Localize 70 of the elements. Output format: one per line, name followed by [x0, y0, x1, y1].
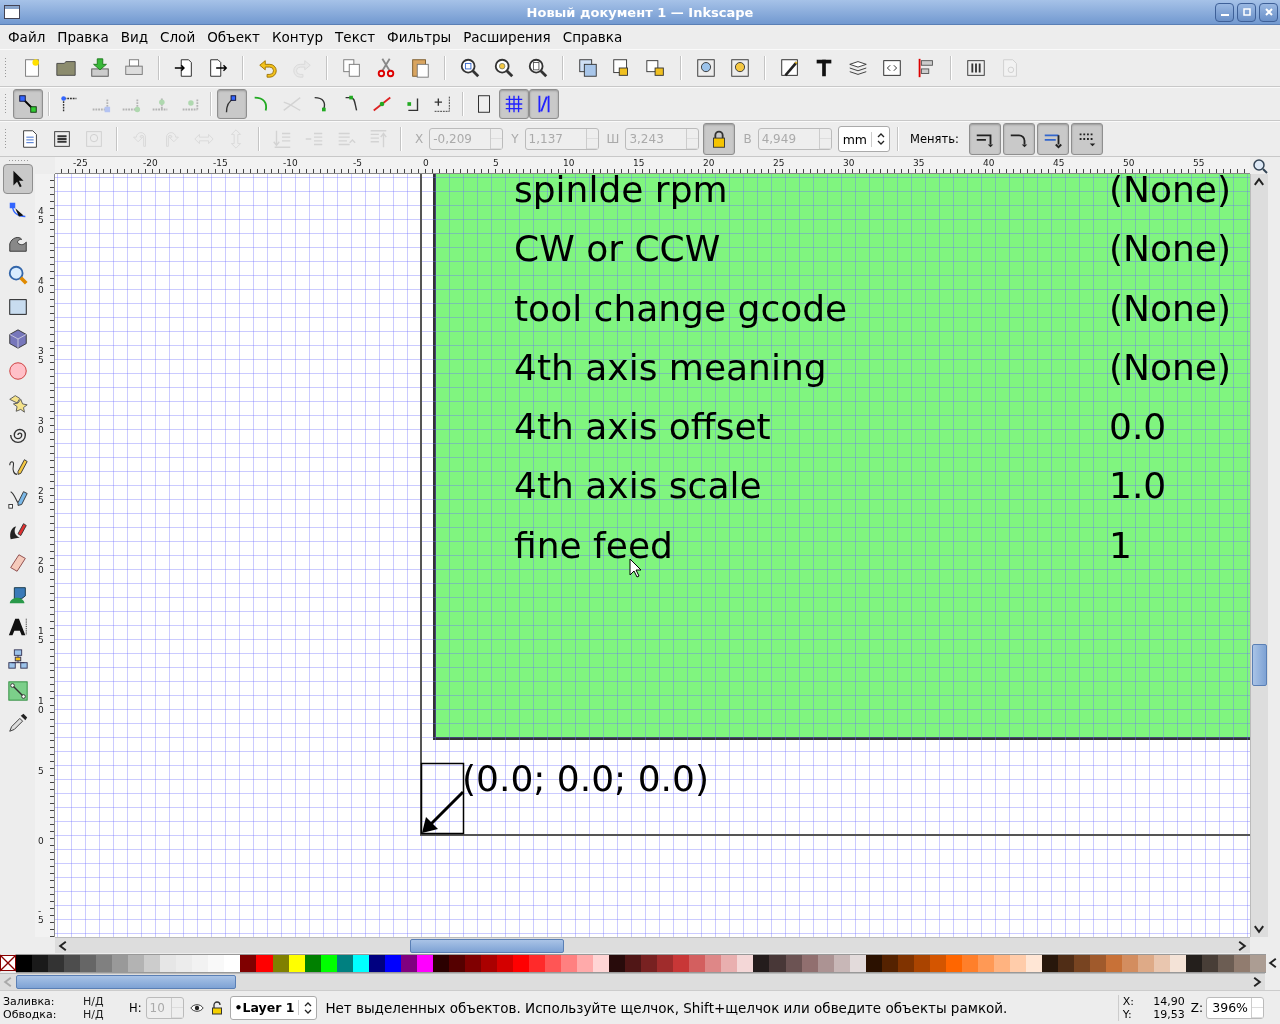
ruler-label: 40	[983, 158, 996, 168]
opacity-label: H:	[129, 1000, 142, 1015]
ruler-label: 15	[38, 627, 44, 645]
menu-item[interactable]: Объект	[201, 29, 266, 45]
canvas-text: 0.0	[1109, 411, 1167, 443]
ruler-label: 25	[773, 158, 786, 168]
transform-label: Менять:	[910, 132, 959, 146]
stroke-value: Н/Д	[83, 1007, 105, 1021]
ruler-label: 35	[913, 158, 926, 168]
fill-label: Заливка:	[3, 994, 56, 1008]
cursor-x-value: 14,90	[1152, 994, 1185, 1008]
ruler-label: 5	[493, 158, 500, 168]
zoom-label: Z:	[1190, 1000, 1203, 1015]
ruler-label: -5	[353, 158, 363, 168]
field-label: X	[415, 132, 424, 146]
menu-item[interactable]: Расширения	[457, 29, 557, 45]
ruler-label: 50	[1123, 158, 1136, 168]
layer-dropdown[interactable]: •Layer 1	[229, 995, 318, 1020]
ruler-label: 0	[38, 837, 44, 846]
canvas-text: (None)	[1109, 233, 1231, 265]
menu-item[interactable]: Слой	[154, 29, 202, 45]
canvas-text: 1	[1109, 529, 1132, 561]
canvas-text: (0.0; 0.0; 0.0)	[462, 758, 709, 800]
cursor-x-label: X:	[1122, 994, 1135, 1008]
field-label: В	[743, 132, 752, 146]
menu-item[interactable]: Вид	[114, 29, 155, 45]
ruler-label: 55	[1193, 158, 1206, 168]
menu-item[interactable]: Файл	[2, 29, 52, 45]
ruler-label: 10	[38, 697, 44, 715]
ruler-label: 30	[38, 417, 44, 435]
ruler-label: 45	[1053, 158, 1066, 168]
status-message: Нет выделенных объектов. Используйте щелчок, Shift+щелчок или обведите объекты рамкой.	[325, 999, 1008, 1016]
ruler-label: 0	[423, 158, 430, 168]
ruler-label: 35	[38, 347, 44, 365]
canvas-text: 1.0	[1109, 470, 1167, 502]
canvas-text: fine feed	[514, 529, 673, 561]
fill-value: Н/Д	[83, 994, 105, 1008]
ruler-label: -15	[213, 158, 229, 168]
menu-item[interactable]: Контур	[266, 29, 330, 45]
canvas-text: CW or CCW	[514, 233, 721, 265]
ruler-label: -10	[283, 158, 299, 168]
canvas-text: (None)	[1109, 174, 1231, 205]
drawing-canvas[interactable]: spinlde rpm (None) CW or CCW (None) tool change gcode (None) 4th axis meaning (None) 4th axis offset 0.0 4th axis scale 1.0 fine feed 1 (0.0; 0.0; 0.0)	[55, 174, 1250, 937]
cursor-y-value: 19,53	[1152, 1007, 1185, 1021]
canvas-text: 4th axis offset	[514, 411, 771, 443]
stroke-label: Обводка:	[3, 1007, 58, 1021]
ruler-label: 40	[38, 277, 44, 295]
menu-item[interactable]: Фильтры	[381, 29, 458, 45]
menu-item[interactable]: Справка	[556, 29, 629, 45]
ruler-label: 10	[563, 158, 576, 168]
ruler-label: 15	[633, 158, 646, 168]
menu-item[interactable]: Правка	[51, 29, 115, 45]
ruler-label: -20	[143, 158, 159, 168]
menu-item[interactable]: Текст	[329, 29, 382, 45]
canvas-text: (None)	[1109, 351, 1231, 383]
ruler-label: 45	[38, 207, 44, 225]
field-label: Y	[511, 132, 519, 146]
field-label: Ш	[606, 132, 620, 146]
cursor-y-label: Y:	[1122, 1007, 1133, 1021]
unit-dropdown[interactable]: mm	[837, 126, 890, 152]
ruler-label: 25	[38, 487, 44, 505]
ruler-label: -25	[73, 158, 89, 168]
ruler-label: 20	[38, 557, 44, 575]
canvas-text: (None)	[1109, 292, 1231, 324]
window-title: Новый документ 1 — Inkscape	[525, 4, 755, 20]
ruler-label: 20	[703, 158, 716, 168]
ruler-label: 30	[843, 158, 856, 168]
ruler-label: 5	[38, 767, 44, 776]
canvas-text: 4th axis scale	[514, 470, 762, 502]
zoom-field[interactable]: 396%	[1206, 996, 1264, 1019]
